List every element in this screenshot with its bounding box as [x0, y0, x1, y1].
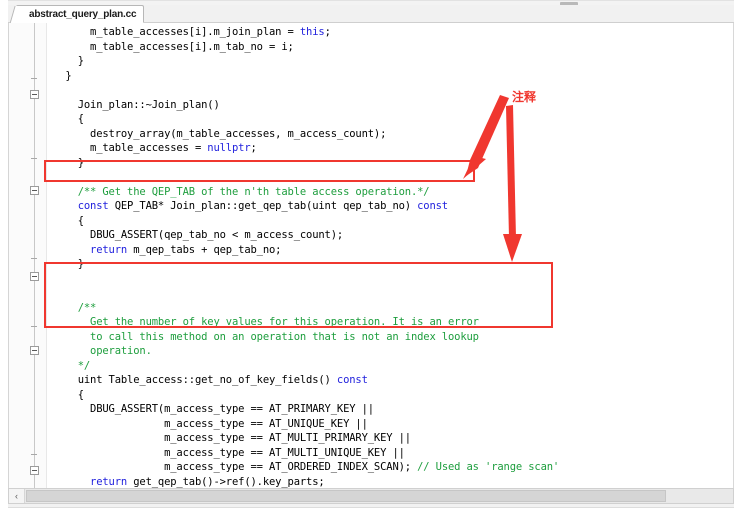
code-comment: */	[77, 359, 91, 372]
code-token: {	[77, 388, 84, 401]
editor-tabbar: abstract_query_plan.cc	[8, 5, 734, 23]
code-comment: /** Get the QEP_TAB of the n'th table ac…	[77, 185, 430, 198]
code-line: destroy_array(m_table_accesses, m_access…	[53, 127, 733, 142]
code-line: {	[53, 388, 733, 403]
code-token: QEP_TAB* Join_plan::get_qep_tab(uint qep…	[108, 200, 418, 212]
code-comment: // Used as 'range scan'	[417, 461, 560, 473]
code-line: Get the number of key values for this op…	[53, 315, 733, 330]
code-line: m_access_type == AT_MULTI_PRIMARY_KEY ||	[53, 431, 733, 446]
code-line: }	[53, 69, 733, 84]
code-keyword: return	[90, 475, 128, 488]
code-line: const QEP_TAB* Join_plan::get_qep_tab(ui…	[53, 199, 733, 214]
horizontal-scrollbar[interactable]: ‹	[8, 488, 734, 504]
code-token: DBUG_ASSERT(m_access_type == AT_PRIMARY_…	[90, 403, 374, 415]
code-comment: /**	[77, 301, 97, 314]
code-token: {	[77, 214, 84, 227]
window-bottom-edge	[8, 504, 734, 508]
code-fold-toggle-icon[interactable]	[30, 90, 39, 99]
code-token: m_table_accesses[i].m_tab_no = i;	[90, 40, 294, 53]
code-line: m_access_type == AT_MULTI_UNIQUE_KEY ||	[53, 446, 733, 461]
code-line: */	[53, 359, 733, 374]
code-fold-toggle-icon[interactable]	[30, 466, 39, 475]
code-fold-end-tick	[31, 258, 37, 259]
code-line: {	[53, 214, 733, 229]
code-fold-toggle-icon[interactable]	[30, 186, 39, 195]
code-token: DBUG_ASSERT(qep_tab_no < m_access_count)…	[90, 229, 344, 241]
code-fold-toggle-icon[interactable]	[30, 272, 39, 281]
scroll-left-arrow-icon[interactable]: ‹	[9, 489, 25, 503]
code-token: m_access_type == AT_UNIQUE_KEY ||	[164, 417, 368, 430]
code-token: uint Table_access::get_no_of_key_fields(…	[77, 374, 337, 386]
code-keyword: const	[417, 200, 448, 212]
code-line: /** Get the QEP_TAB of the n'th table ac…	[53, 185, 733, 200]
code-line: m_table_accesses[i].m_tab_no = i;	[53, 40, 733, 55]
code-keyword: nullptr	[207, 142, 251, 154]
code-token: m_table_accesses =	[90, 142, 208, 154]
code-keyword: return	[90, 243, 128, 256]
code-token: }	[77, 156, 84, 169]
editor-gutter[interactable]	[9, 23, 47, 488]
code-line: }	[53, 156, 733, 171]
code-token: ;	[250, 142, 257, 154]
code-line: return get_qep_tab()->ref().key_parts;	[53, 475, 733, 489]
code-line: }	[53, 54, 733, 69]
code-line: operation.	[53, 344, 733, 359]
code-token: m_access_type == AT_ORDERED_INDEX_SCAN);	[164, 461, 418, 473]
code-token: {	[77, 113, 84, 125]
code-line: DBUG_ASSERT(m_access_type == AT_PRIMARY_…	[53, 402, 733, 417]
code-line: {	[53, 112, 733, 127]
code-line: m_access_type == AT_UNIQUE_KEY ||	[53, 417, 733, 432]
code-token: }	[65, 69, 72, 82]
code-token: destroy_array(m_table_accesses, m_access…	[90, 127, 387, 140]
code-line: DBUG_ASSERT(qep_tab_no < m_access_count)…	[53, 228, 733, 243]
code-comment: operation.	[90, 345, 152, 357]
code-token: ;	[324, 26, 331, 38]
code-fold-end-tick	[31, 326, 37, 327]
code-token: m_access_type == AT_MULTI_PRIMARY_KEY ||	[164, 432, 411, 444]
tab-label: abstract_query_plan.cc	[29, 8, 137, 20]
code-token: m_table_accesses[i].m_join_plan =	[90, 26, 300, 38]
code-comment: Get the number of key values for this op…	[90, 316, 479, 328]
code-token: }	[77, 258, 84, 270]
code-line: to call this method on an operation that…	[53, 330, 733, 345]
code-token: m_qep_tabs + qep_tab_no;	[127, 243, 282, 256]
code-line: uint Table_access::get_no_of_key_fields(…	[53, 373, 733, 388]
source-code-text[interactable]: m_table_accesses[i].m_join_plan = this; …	[47, 23, 733, 489]
code-line: m_table_accesses = nullptr;	[53, 141, 733, 156]
code-token: }	[77, 55, 84, 67]
code-line: }	[53, 257, 733, 272]
editor-pane[interactable]: m_table_accesses[i].m_join_plan = this; …	[8, 23, 734, 488]
code-line: /**	[53, 301, 733, 316]
code-line: Join_plan::~Join_plan()	[53, 98, 733, 113]
code-line: m_access_type == AT_ORDERED_INDEX_SCAN);…	[53, 460, 733, 475]
code-fold-toggle-icon[interactable]	[30, 346, 39, 355]
code-keyword: this	[299, 26, 325, 38]
code-token: get_qep_tab()->ref().key_parts;	[127, 475, 325, 488]
code-keyword: const	[336, 374, 368, 386]
code-editor-window: abstract_query_plan.cc m_table_accesses[…	[0, 0, 742, 511]
code-fold-end-tick	[31, 78, 37, 79]
code-comment: to call this method on an operation that…	[90, 330, 479, 343]
code-line: m_table_accesses[i].m_join_plan = this;	[53, 25, 733, 40]
code-fold-end-tick	[31, 454, 37, 455]
code-token: Join_plan::~Join_plan()	[77, 98, 220, 111]
code-fold-end-tick	[31, 158, 37, 159]
horizontal-scrollbar-thumb[interactable]	[26, 490, 666, 502]
code-keyword: const	[77, 200, 109, 212]
code-line: return m_qep_tabs + qep_tab_no;	[53, 243, 733, 258]
code-token: m_access_type == AT_MULTI_UNIQUE_KEY ||	[164, 446, 405, 459]
tab-abstract-query-plan-cc[interactable]: abstract_query_plan.cc	[16, 5, 145, 23]
